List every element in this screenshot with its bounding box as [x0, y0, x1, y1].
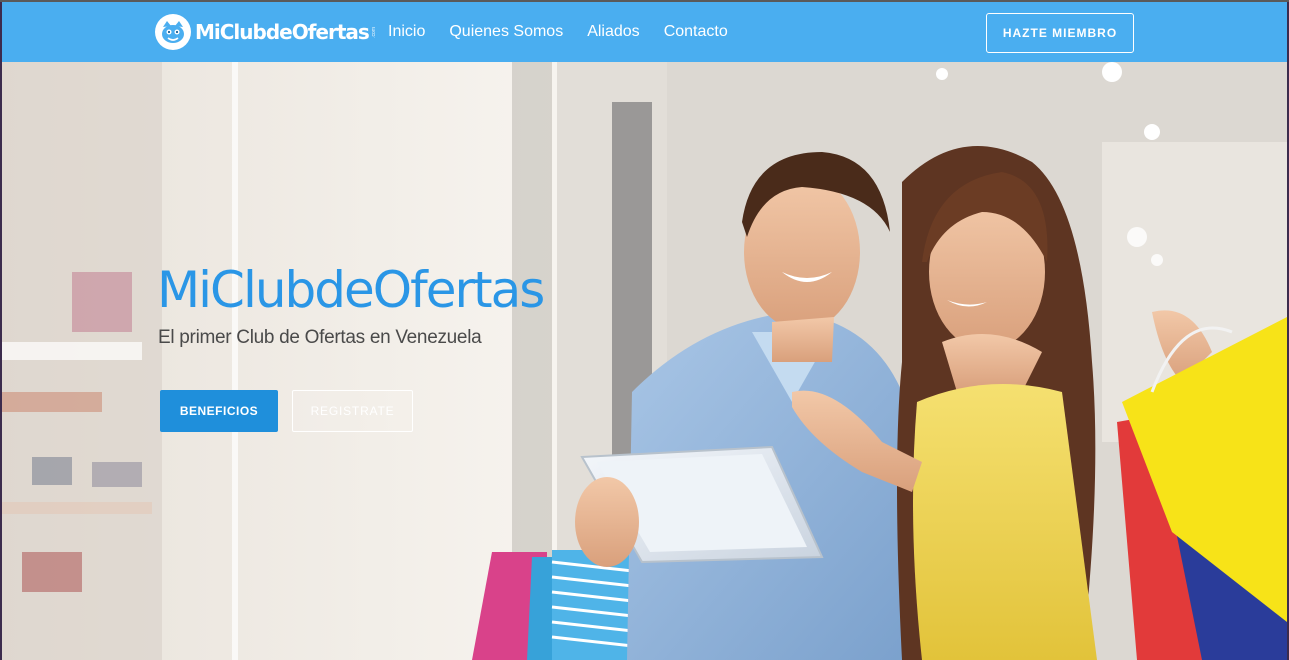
logo-suffix: .com: [370, 26, 377, 38]
logo-text: MiClubdeOfertas: [195, 20, 370, 44]
nav-link-aliados[interactable]: Aliados: [587, 23, 639, 41]
registrate-button[interactable]: REGISTRATE: [292, 390, 413, 432]
logo[interactable]: MiClubdeOfertas .com: [155, 12, 377, 52]
hazte-miembro-button[interactable]: HAZTE MIEMBRO: [986, 13, 1134, 53]
beneficios-button[interactable]: BENEFICIOS: [160, 390, 278, 432]
nav-link-inicio[interactable]: Inicio: [388, 23, 425, 41]
hero-subtitle: El primer Club de Ofertas en Venezuela: [158, 327, 482, 348]
page: MiClubdeOfertas .com Inicio Quienes Somo…: [0, 0, 1289, 660]
nav-link-quienes-somos[interactable]: Quienes Somos: [449, 23, 563, 41]
hero-background-image: [2, 62, 1287, 660]
nav-link-contacto[interactable]: Contacto: [664, 23, 728, 41]
navbar: MiClubdeOfertas .com Inicio Quienes Somo…: [2, 2, 1287, 62]
hero-section: MiClubdeOfertas El primer Club de Oferta…: [2, 62, 1287, 660]
mascot-face-icon: [155, 14, 191, 50]
hero-title: MiClubdeOfertas: [157, 261, 545, 319]
nav-links: Inicio Quienes Somos Aliados Contacto: [388, 2, 752, 62]
